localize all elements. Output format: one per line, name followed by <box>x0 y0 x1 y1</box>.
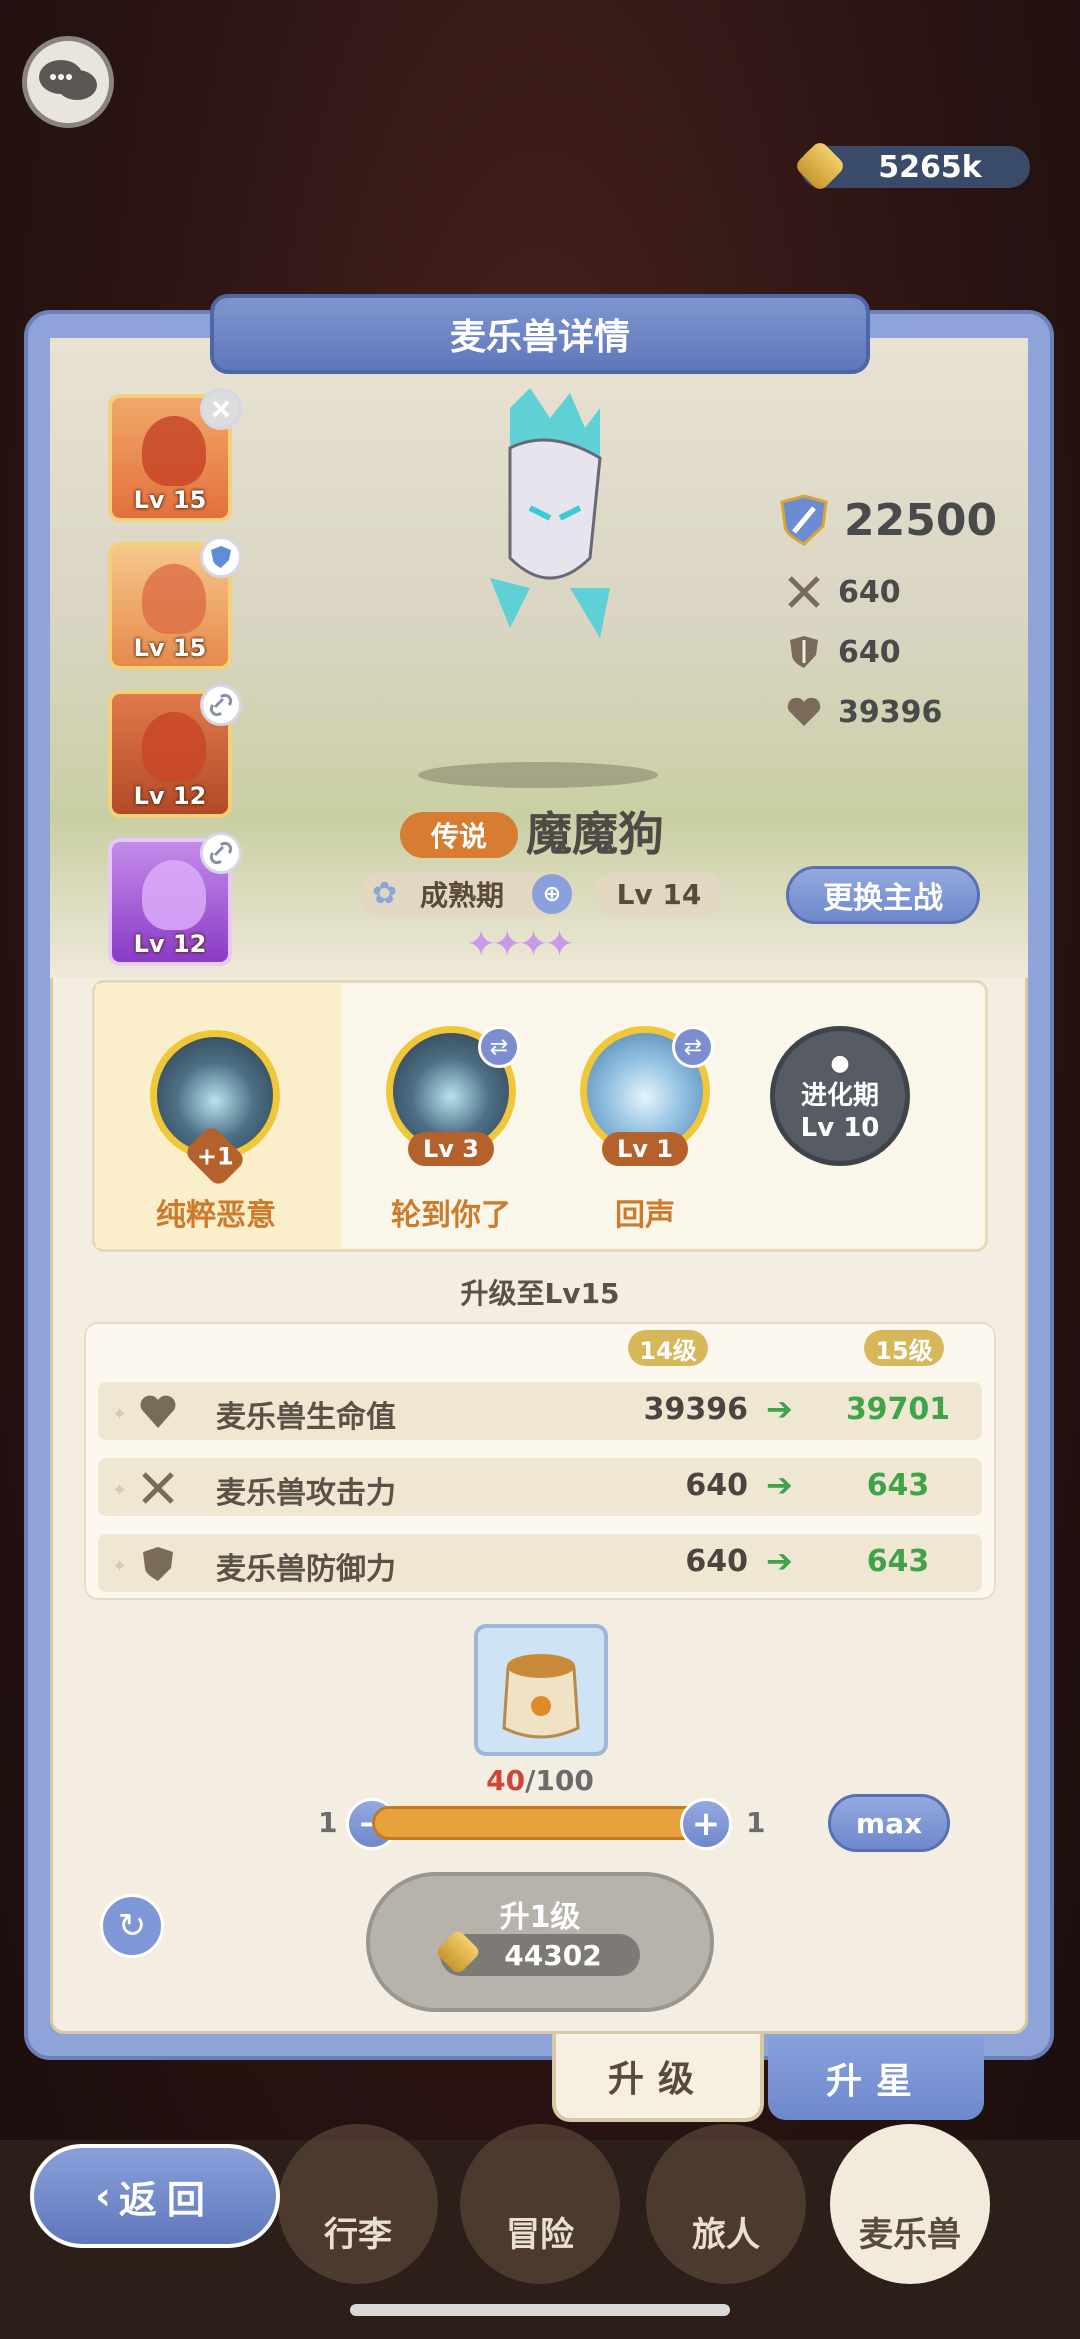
star-rating: ✦✦✦✦ <box>466 924 575 965</box>
food-bag-icon <box>502 1654 580 1739</box>
arrow-right-icon: ➔ <box>766 1466 793 1504</box>
upgrade-title: 升级至Lv15 <box>460 1277 620 1310</box>
power-stat: 22500 <box>778 494 997 546</box>
shield-icon <box>200 536 242 578</box>
skill-name-3: 回声 <box>615 1198 675 1233</box>
swap-icon: ⇄ <box>672 1026 714 1068</box>
defense-value: 640 <box>838 634 901 670</box>
coin-amount: 5265k <box>878 149 982 185</box>
shield-icon <box>784 632 824 672</box>
star-icon: ✦ <box>492 924 522 965</box>
star-icon: ✦ <box>544 924 575 965</box>
power-value: 22500 <box>844 494 998 546</box>
hp-value: 39396 <box>838 694 943 730</box>
zoom-icon[interactable]: ⊕ <box>532 874 572 914</box>
link-icon <box>200 832 242 874</box>
star-icon: ✦ <box>466 924 496 965</box>
monster-level: Lv 14 <box>594 872 724 916</box>
nav-luggage[interactable]: 行李 <box>278 2124 438 2284</box>
defense-stat: 640 <box>784 632 901 672</box>
heart-icon <box>140 1395 176 1428</box>
swords-icon <box>784 572 824 612</box>
quantity-slider[interactable] <box>372 1806 708 1840</box>
back-arrow-icon: ‹ <box>95 2174 111 2218</box>
skill-level-3: Lv 1 <box>602 1132 688 1166</box>
heart-icon <box>784 692 824 732</box>
arrow-right-icon: ➔ <box>766 1542 793 1580</box>
monster-illustration <box>490 388 610 638</box>
table-row: ✦ 麦乐兽防御力 640 ➔ 643 <box>98 1534 982 1592</box>
back-button[interactable]: ‹ 返回 <box>30 2144 280 2248</box>
swap-icon: ⇄ <box>478 1026 520 1068</box>
to-level-label: 15级 <box>864 1330 944 1366</box>
flower-icon: ✿ <box>372 876 398 911</box>
power-shield-icon <box>778 494 830 546</box>
stage-label: 成熟期 <box>420 879 505 912</box>
coin-counter: 5265k <box>793 139 1030 193</box>
plus-button[interactable]: + <box>680 1798 732 1850</box>
shield-icon <box>143 1547 173 1581</box>
nav-travelers[interactable]: 旅人 <box>646 2124 806 2284</box>
table-row: ✦ 麦乐兽生命值 39396 ➔ 39701 <box>98 1382 982 1440</box>
slider-min-value: 1 <box>318 1806 338 1839</box>
swap-main-button[interactable]: 更换主战 <box>786 866 980 924</box>
arrow-right-icon: ➔ <box>766 1390 793 1428</box>
nav-mellow-beast[interactable]: 麦乐兽 <box>830 2124 990 2284</box>
refresh-button[interactable]: ↻ <box>100 1894 164 1958</box>
slider-max-value: 1 <box>746 1806 766 1839</box>
table-row: ✦ 麦乐兽攻击力 640 ➔ 643 <box>98 1458 982 1516</box>
refresh-icon: ↻ <box>117 1906 147 1946</box>
from-level-label: 14级 <box>628 1330 708 1366</box>
tab-star-up[interactable]: 升星 <box>768 2036 984 2120</box>
chat-button[interactable] <box>22 36 114 128</box>
star-icon: ✦ <box>518 924 548 965</box>
attack-value: 640 <box>838 574 901 610</box>
skill-level-2: Lv 3 <box>408 1132 494 1166</box>
attack-stat: 640 <box>784 572 901 612</box>
lock-icon: ● <box>830 1051 850 1076</box>
skill-name-2: 轮到你了 <box>391 1198 511 1233</box>
level-up-button[interactable]: 升1级 44302 <box>366 1872 714 2012</box>
panel-title: 麦乐兽详情 <box>210 294 870 374</box>
monster-name: 魔魔狗 <box>526 807 664 861</box>
link-icon <box>200 684 242 726</box>
max-button[interactable]: max <box>828 1794 950 1852</box>
hp-stat: 39396 <box>784 692 942 732</box>
item-count: 40/100 <box>486 1764 594 1797</box>
close-icon <box>200 388 242 430</box>
stage-pill[interactable]: ✿ 成熟期 ⊕ <box>360 872 574 916</box>
nav-adventure[interactable]: 冒险 <box>460 2124 620 2284</box>
swords-icon <box>142 1472 174 1504</box>
home-indicator <box>350 2304 730 2316</box>
tab-upgrade[interactable]: 升级 <box>552 2034 764 2122</box>
food-bag-item[interactable] <box>474 1624 608 1756</box>
coin-icon <box>793 139 847 193</box>
rarity-badge: 传说 <box>400 812 518 858</box>
skill-name-1: 纯粹恶意 <box>156 1198 276 1233</box>
chat-bubbles-icon <box>39 60 97 100</box>
locked-skill[interactable]: ● 进化期 Lv 10 <box>770 1026 910 1166</box>
